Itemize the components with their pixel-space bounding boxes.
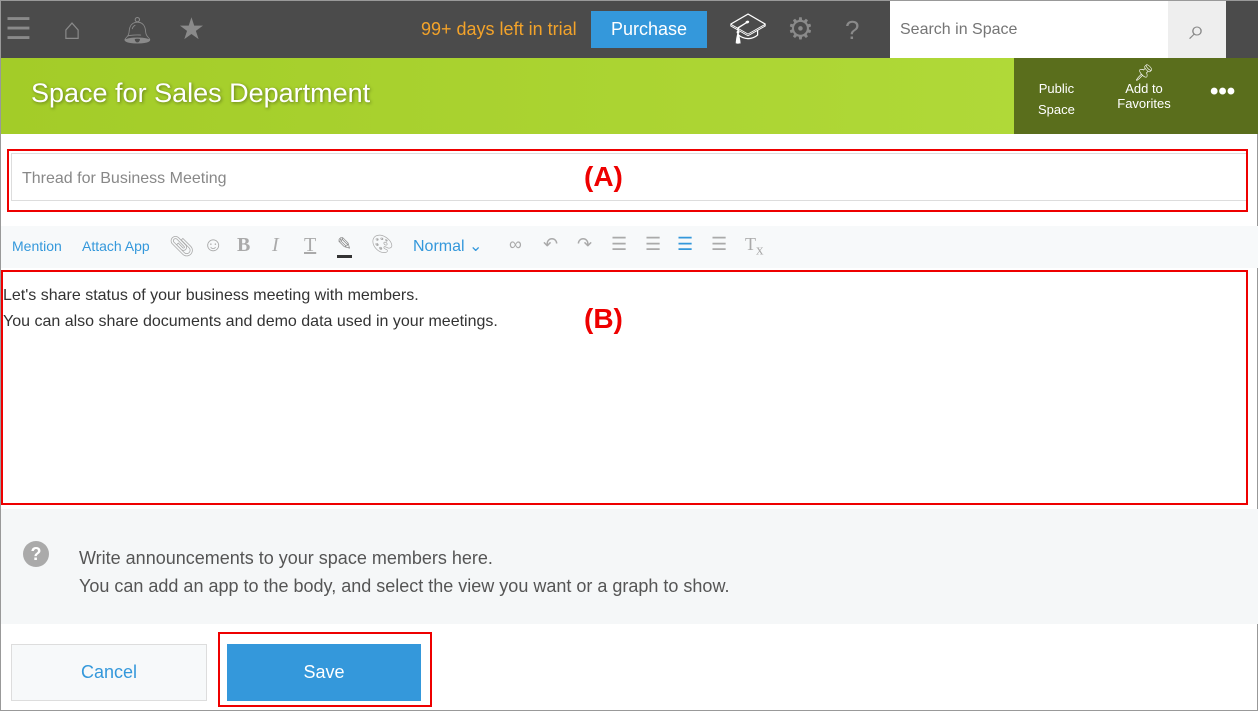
search-icon[interactable]: ⌕ xyxy=(1168,1,1226,58)
label: Public xyxy=(1038,81,1075,96)
help-panel: ? Write announcements to your space memb… xyxy=(1,509,1258,624)
bullet-list-icon[interactable]: ☰ xyxy=(611,234,627,255)
bell-icon[interactable]: 🔔︎ xyxy=(121,13,154,47)
mention-button[interactable]: Mention xyxy=(12,238,62,254)
help-icon[interactable]: ? xyxy=(845,13,859,47)
help-line: Write announcements to your space member… xyxy=(79,548,493,568)
menu-icon[interactable]: ☰ xyxy=(5,13,32,47)
annotation-box-a xyxy=(7,149,1248,212)
format-value: Normal xyxy=(413,238,465,255)
annotation-box-save xyxy=(218,632,432,707)
numbered-list-icon[interactable]: ☰ xyxy=(645,234,661,255)
format-dropdown[interactable]: Normal ⌄ xyxy=(413,236,482,256)
label: Space xyxy=(1038,102,1075,117)
italic-icon[interactable]: I xyxy=(272,234,279,257)
palette-icon[interactable]: 🎨︎ xyxy=(371,234,394,255)
label: Add to xyxy=(1125,81,1163,96)
annotation-label-a: (A) xyxy=(584,161,623,192)
pin-icon: 📌︎ xyxy=(1133,65,1155,82)
text-color-icon[interactable]: ✎ xyxy=(337,234,353,258)
link-icon[interactable]: ∞ xyxy=(509,234,522,255)
star-icon[interactable]: ★ xyxy=(178,13,205,47)
graduation-cap-icon[interactable]: 🎓︎ xyxy=(729,13,767,47)
attachment-icon[interactable]: 📎︎ xyxy=(169,234,194,259)
home-icon[interactable]: ⌂ xyxy=(63,13,81,47)
purchase-button[interactable]: Purchase xyxy=(591,11,707,48)
add-to-favorites-button[interactable]: 📌︎ Add to Favorites xyxy=(1114,65,1174,112)
more-icon[interactable]: ••• xyxy=(1210,78,1235,106)
undo-icon[interactable]: ↶ xyxy=(543,234,558,255)
help-icon: ? xyxy=(23,541,49,567)
align-left-icon[interactable]: ☰ xyxy=(677,234,693,255)
help-line: You can add an app to the body, and sele… xyxy=(79,576,730,596)
cancel-button[interactable]: Cancel xyxy=(11,644,207,701)
gear-icon[interactable]: ⚙ xyxy=(787,13,814,47)
annotation-box-b xyxy=(1,270,1248,505)
underline-icon[interactable]: T xyxy=(304,234,316,257)
space-title: Space for Sales Department xyxy=(31,78,371,108)
clear-format-icon[interactable]: Tx xyxy=(745,234,764,260)
top-bar: ☰ ⌂ 🔔︎ ★ 99+ days left in trial Purchase… xyxy=(1,1,1258,58)
label: Favorites xyxy=(1117,96,1171,111)
align-center-icon[interactable]: ☰ xyxy=(711,234,727,255)
search-input[interactable] xyxy=(890,1,1168,58)
redo-icon[interactable]: ↷ xyxy=(577,234,592,255)
emoji-icon[interactable]: ☺ xyxy=(203,234,223,257)
editor-toolbar: Mention Attach App 📎︎ ☺ B I T ✎ 🎨︎ Norma… xyxy=(1,226,1258,268)
attach-app-button[interactable]: Attach App xyxy=(82,238,150,254)
bold-icon[interactable]: B xyxy=(237,234,250,257)
annotation-label-b: (B) xyxy=(584,303,623,334)
trial-status: 99+ days left in trial xyxy=(421,19,577,39)
public-space-button[interactable]: Public Space xyxy=(1038,78,1075,120)
space-banner: Space for Sales Department Public Space 📌… xyxy=(1,58,1258,134)
